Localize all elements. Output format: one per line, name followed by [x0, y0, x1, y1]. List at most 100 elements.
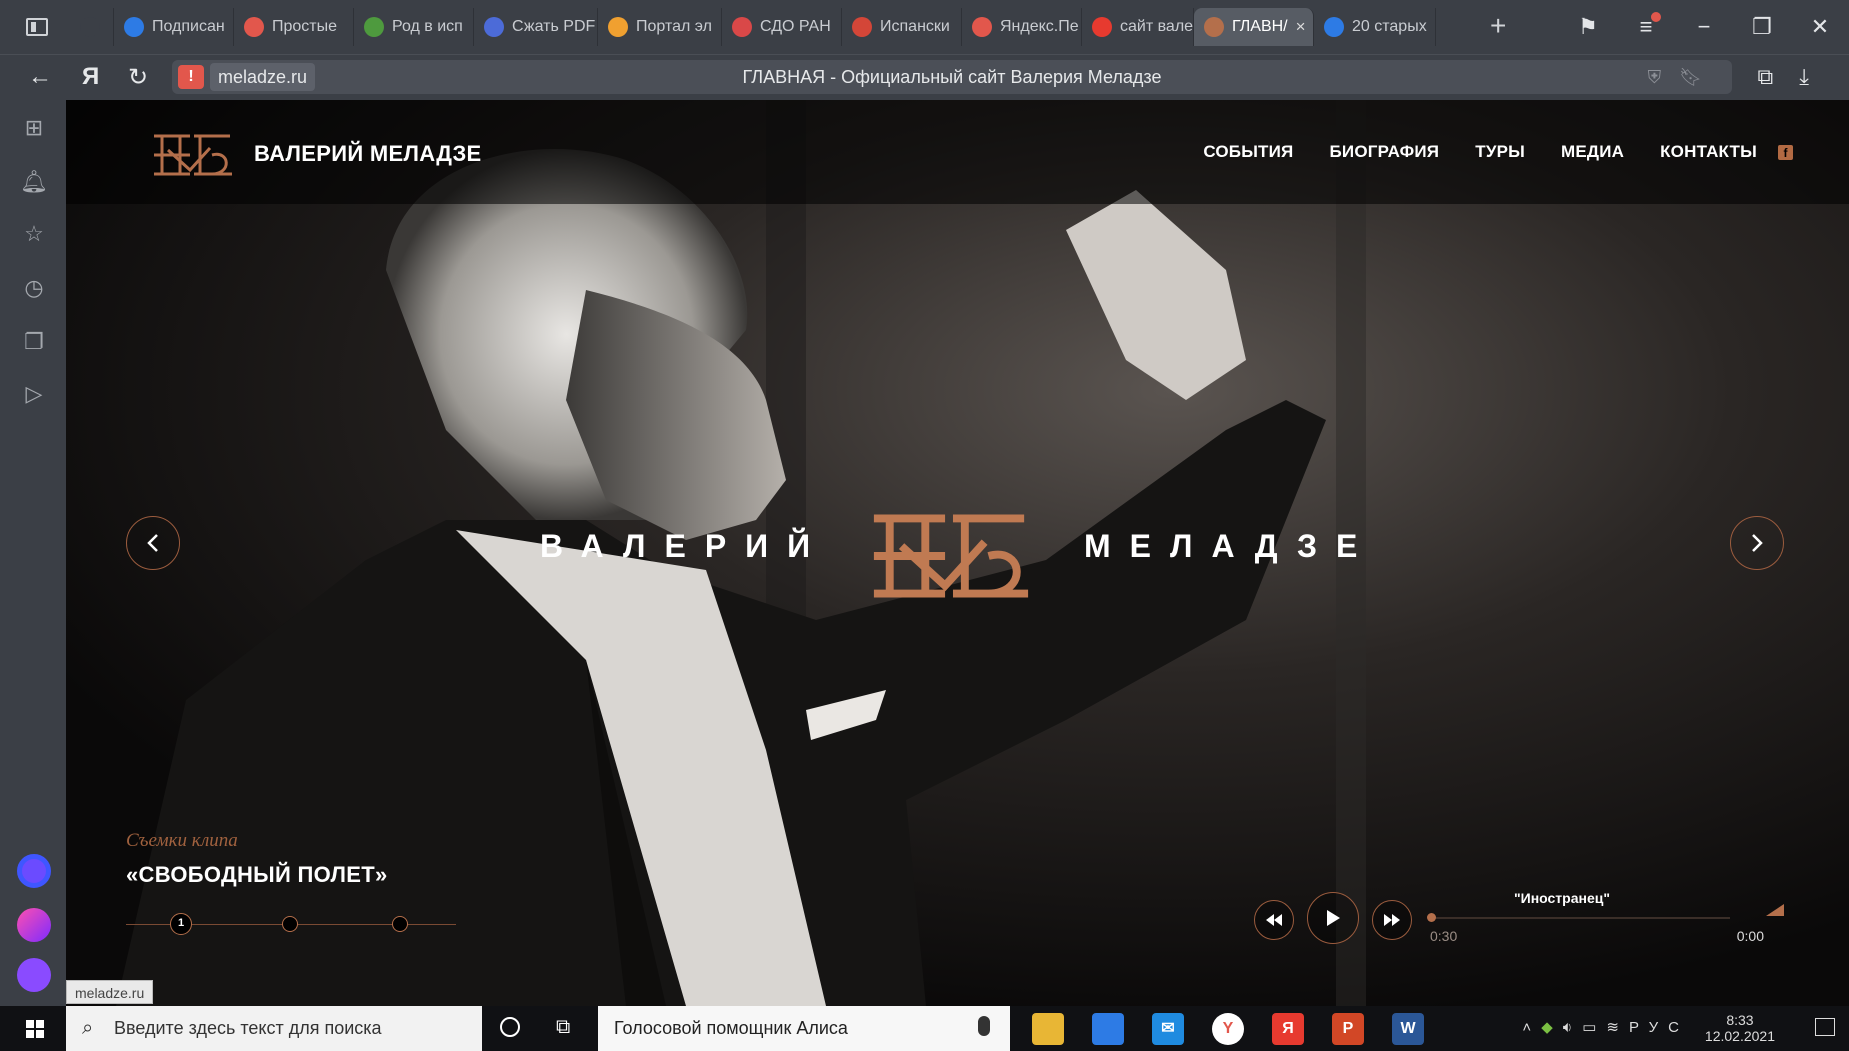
task-view-icon[interactable]: ⧉ — [556, 1016, 570, 1039]
address-field[interactable]: ! meladze.ru ГЛАВНАЯ - Официальный сайт … — [172, 60, 1732, 94]
slide-dot-1[interactable]: 1 — [170, 913, 192, 935]
close-tab-icon[interactable]: × — [1296, 17, 1306, 37]
w-icon — [484, 17, 504, 37]
restore-button[interactable]: ❐ — [1733, 14, 1791, 40]
apps-grid-icon[interactable]: ⊞ — [20, 114, 48, 142]
tab-label: Род в исп — [392, 18, 463, 35]
shield-icon[interactable]: ◆ — [1541, 1019, 1563, 1036]
microphone-icon[interactable] — [978, 1016, 990, 1036]
spain-flag-icon — [244, 17, 264, 37]
yandex-home-button[interactable]: Я — [82, 63, 99, 91]
download-icon[interactable]: ⤓ — [1799, 64, 1835, 89]
volume-icon[interactable]: 🔉︎ — [1563, 1019, 1582, 1036]
sidebar-toggle-icon[interactable] — [26, 18, 48, 36]
bookmark-icon[interactable]: 🔖︎ — [1679, 67, 1720, 87]
tab-6[interactable]: Портал эл — [598, 8, 722, 46]
nav-item-4[interactable]: МЕДИА — [1561, 142, 1624, 162]
search-placeholder: Введите здесь текст для поиска — [114, 1018, 382, 1038]
alice-icon[interactable] — [17, 854, 51, 888]
window-controls: ⚑ ≡ − ❐ ✕ — [1559, 0, 1849, 54]
tab-7[interactable]: СДО РАН — [722, 8, 842, 46]
ranepa-icon — [732, 17, 752, 37]
language-indicator[interactable]: РУС — [1629, 1019, 1689, 1036]
windows-start-icon[interactable] — [26, 1020, 44, 1038]
facebook-icon[interactable]: f — [1778, 145, 1793, 160]
search-icon: ⌕ — [82, 1017, 94, 1039]
tab-label: Испански — [880, 18, 950, 35]
alice-skills-icon[interactable] — [17, 908, 51, 942]
clock-date: 12.02.2021 — [1704, 1028, 1775, 1044]
tab-label: СДО РАН — [760, 18, 831, 35]
yandex-browser-icon[interactable]: Y — [1212, 1013, 1244, 1045]
taskbar-search-input[interactable]: ⌕ Введите здесь текст для поиска — [66, 1006, 482, 1051]
nav-item-5[interactable]: КОНТАКТЫ — [1660, 142, 1757, 162]
tagline-first-name: ВАЛЕРИЙ — [540, 528, 830, 564]
battery-icon[interactable]: ▭ — [1582, 1019, 1606, 1036]
powerpoint-icon[interactable]: P — [1332, 1013, 1364, 1045]
slide-dot-3[interactable] — [392, 916, 408, 932]
tab-label: ГЛАВН/ — [1232, 18, 1288, 35]
tab-10[interactable]: сайт вале — [1082, 8, 1194, 46]
store-icon[interactable] — [1092, 1013, 1124, 1045]
tab-5[interactable]: Сжать PDF — [474, 8, 598, 46]
progress-track[interactable] — [1432, 917, 1730, 919]
star-icon[interactable]: ☆ — [20, 220, 48, 248]
track-duration: 0:00 — [1736, 928, 1764, 944]
tab-1[interactable] — [70, 8, 114, 46]
site-logo[interactable] — [150, 130, 236, 180]
hero-monogram-logo — [873, 514, 1029, 598]
prev-track-button[interactable] — [1254, 900, 1294, 940]
reload-button[interactable]: ↻ — [128, 63, 148, 92]
bell-icon[interactable]: 🔔︎ — [20, 168, 48, 196]
alice-label: Голосовой помощник Алиса — [614, 1018, 848, 1038]
site-brand[interactable]: ВАЛЕРИЙ МЕЛАДЗЕ — [254, 141, 482, 167]
alice-chat-icon[interactable] — [17, 958, 51, 992]
slide-title[interactable]: «СВОБОДНЫЙ ПОЛЕТ» — [126, 862, 388, 888]
wifi-icon[interactable]: ≋ — [1606, 1019, 1629, 1036]
translate-icon[interactable]: ⧉ — [1758, 64, 1800, 89]
mail-icon[interactable]: ✉ — [1152, 1013, 1184, 1045]
slider-pagination: 1 — [126, 913, 456, 937]
protect-icon[interactable]: ⛨ — [1648, 67, 1680, 87]
tab-4[interactable]: Род в исп — [354, 8, 474, 46]
next-track-button[interactable] — [1372, 900, 1412, 940]
play-button[interactable] — [1307, 892, 1359, 944]
chevron-up-icon[interactable]: ˄ — [1522, 1019, 1541, 1036]
rewind-icon — [1266, 914, 1282, 926]
browser-tab-bar: Подписан Простые Род в исп Сжать PDF Портал … — [0, 0, 1849, 54]
yandex-app-icon[interactable]: Я — [1272, 1013, 1304, 1045]
alice-voice-assistant-bar[interactable]: Голосовой помощник Алиса — [598, 1006, 1010, 1051]
nav-item-3[interactable]: ТУРЫ — [1475, 142, 1525, 162]
tab-label: Портал эл — [636, 18, 712, 35]
tab-2[interactable]: Подписан — [114, 8, 234, 46]
clock[interactable]: 8:33 12.02.2021 — [1705, 1012, 1775, 1044]
collections-icon[interactable]: ⚑ — [1559, 14, 1617, 40]
tab-8[interactable]: Испански — [842, 8, 962, 46]
media-play-icon[interactable]: ▷ — [20, 380, 48, 408]
url-actions: ⛨🔖︎ — [1648, 67, 1720, 88]
file-explorer-icon[interactable] — [1032, 1013, 1064, 1045]
slide-dot-2[interactable] — [282, 916, 298, 932]
tab-3[interactable]: Простые — [234, 8, 354, 46]
nav-item-1[interactable]: СОБЫТИЯ — [1203, 142, 1293, 162]
volume-icon[interactable] — [1766, 904, 1784, 916]
toolbar-right: ⧉⤓ — [1758, 64, 1835, 90]
close-window-button[interactable]: ✕ — [1791, 14, 1849, 40]
tab-11[interactable]: ГЛАВН/ × — [1194, 8, 1314, 46]
tab-label: Яндекс.Пе — [1000, 18, 1079, 35]
downloads-menu-icon[interactable]: ≡ — [1617, 12, 1675, 40]
collections-icon[interactable]: ❐ — [20, 328, 48, 356]
cortana-icon[interactable] — [500, 1017, 520, 1037]
current-time: 0:30 — [1430, 928, 1458, 944]
notifications-icon[interactable] — [1815, 1018, 1835, 1036]
progress-knob[interactable] — [1427, 913, 1436, 922]
history-clock-icon[interactable]: ◷ — [20, 274, 48, 302]
word-icon[interactable]: W — [1392, 1013, 1424, 1045]
back-button[interactable]: ← — [28, 63, 52, 91]
nav-item-2[interactable]: БИОГРАФИЯ — [1329, 142, 1439, 162]
tagline-last-name: МЕЛАДЗЕ — [1084, 528, 1377, 564]
tab-9[interactable]: Яндекс.Пе — [962, 8, 1082, 46]
minimize-button[interactable]: − — [1675, 14, 1733, 40]
tab-12[interactable]: 20 старых — [1314, 8, 1436, 46]
new-tab-button[interactable]: + — [1490, 12, 1506, 40]
